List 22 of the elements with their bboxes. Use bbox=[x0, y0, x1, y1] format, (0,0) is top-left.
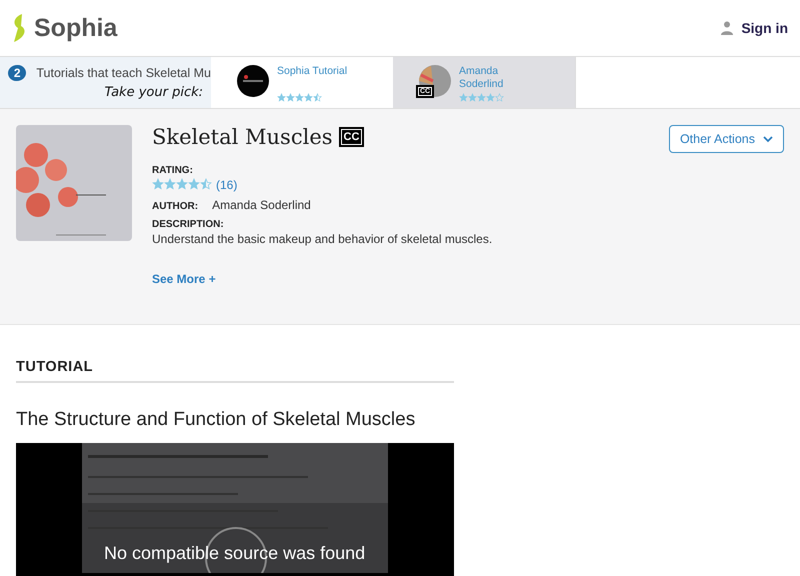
person-icon bbox=[721, 21, 734, 35]
description-label: DESCRIPTION: bbox=[152, 219, 225, 230]
author-label: AUTHOR: bbox=[152, 201, 198, 212]
handwritten-text: Take your pick: bbox=[104, 85, 203, 100]
count-badge: 2 bbox=[8, 65, 26, 81]
lesson-title: The Structure and Function of Skeletal Muscles bbox=[16, 409, 416, 431]
intro-text: Tutorials that teach Skeletal Mu bbox=[36, 66, 211, 80]
other-actions-button[interactable]: Other Actions bbox=[668, 125, 784, 153]
section-heading: TUTORIAL bbox=[16, 359, 454, 383]
option-name[interactable]: Sophia Tutorial bbox=[277, 65, 348, 78]
chevron-down-icon bbox=[763, 136, 773, 142]
cc-badge: CC bbox=[338, 127, 364, 147]
logo-text[interactable]: Sophia bbox=[34, 14, 118, 42]
video-error-message: No compatible source was found bbox=[104, 543, 366, 564]
author-name: Amanda Soderlind bbox=[212, 198, 311, 212]
rating-label: RATING: bbox=[152, 165, 194, 176]
tutorial-title: Skeletal Muscles bbox=[152, 125, 333, 149]
option-name[interactable]: Amanda Soderlind bbox=[459, 65, 539, 91]
sign-in-link[interactable]: Sign in bbox=[721, 20, 788, 36]
see-more-link[interactable]: See More + bbox=[152, 272, 649, 286]
description-text: Understand the basic makeup and behavior of skeletal muscles. bbox=[152, 232, 494, 246]
rating-count[interactable]: (16) bbox=[216, 178, 238, 192]
